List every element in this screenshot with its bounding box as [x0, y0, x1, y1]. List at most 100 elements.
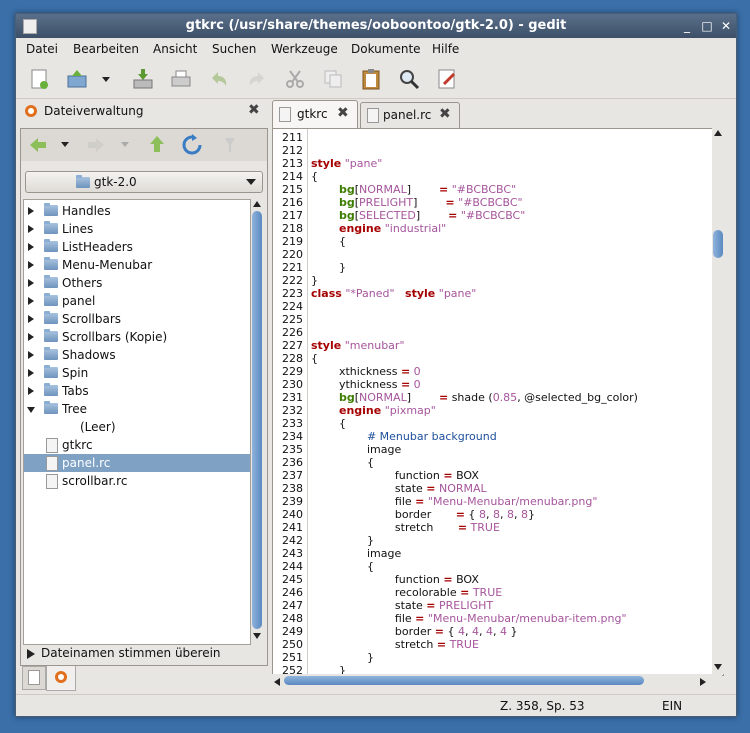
- code-line[interactable]: file = "Menu-Menubar/menubar.png": [311, 495, 598, 508]
- code-line[interactable]: }: [311, 534, 374, 547]
- chevron-down-icon[interactable]: [121, 142, 129, 148]
- scrollbar-thumb[interactable]: [252, 211, 262, 629]
- code-line[interactable]: }: [311, 651, 374, 664]
- code-line[interactable]: {: [311, 170, 318, 183]
- save-button[interactable]: [130, 66, 156, 92]
- close-icon[interactable]: ✖: [439, 106, 451, 122]
- minimize-button[interactable]: _: [680, 19, 694, 33]
- search-button[interactable]: [396, 66, 422, 92]
- scroll-up-icon[interactable]: [253, 201, 261, 207]
- code-line[interactable]: recolorable = TRUE: [311, 586, 502, 599]
- open-button[interactable]: [64, 66, 90, 92]
- back-icon[interactable]: [29, 137, 47, 153]
- close-icon[interactable]: ✖: [337, 105, 349, 121]
- tab-documents[interactable]: [22, 666, 46, 690]
- file-tree-row[interactable]: Handles: [24, 202, 250, 220]
- file-tree-row[interactable]: Shadows: [24, 346, 250, 364]
- expander-arrow-icon[interactable]: [28, 369, 34, 377]
- text-editor[interactable]: 211 212 213 214 215 216 217 218 219 220 221 222 223 2…: [272, 128, 724, 676]
- chevron-down-icon[interactable]: [61, 142, 69, 148]
- code-line[interactable]: bg[NORMAL] = "#BCBCBC": [311, 183, 516, 196]
- file-tree-row[interactable]: Menu-Menubar: [24, 256, 250, 274]
- menu-suchen[interactable]: Suchen: [212, 42, 256, 56]
- replace-button[interactable]: [434, 66, 460, 92]
- file-tree-row[interactable]: Tabs: [24, 382, 250, 400]
- new-button[interactable]: [26, 66, 52, 92]
- code-line[interactable]: # Menubar background: [311, 430, 497, 443]
- refresh-icon[interactable]: [181, 134, 203, 156]
- file-tree-row[interactable]: (Leer): [24, 418, 250, 436]
- code-line[interactable]: style "menubar": [311, 339, 405, 352]
- expander-arrow-icon[interactable]: [28, 351, 34, 359]
- paste-button[interactable]: [358, 66, 384, 92]
- file-tree-scrollbar[interactable]: [251, 199, 263, 643]
- file-tree-row[interactable]: Lines: [24, 220, 250, 238]
- expander-arrow-icon[interactable]: [28, 225, 34, 233]
- scroll-down-icon[interactable]: [714, 664, 722, 670]
- file-tree-row[interactable]: Scrollbars (Kopie): [24, 328, 250, 346]
- file-tree-row[interactable]: gtkrc: [24, 436, 250, 454]
- scrollbar-thumb[interactable]: [713, 230, 723, 258]
- code-line[interactable]: bg[SELECTED] = "#BCBCBC": [311, 209, 525, 222]
- tab-panel-rc[interactable]: panel.rc ✖: [360, 102, 460, 129]
- code-line[interactable]: stretch = TRUE: [311, 521, 500, 534]
- code-line[interactable]: bg[PRELIGHT] = "#BCBCBC": [311, 196, 523, 209]
- open-recent-dropdown[interactable]: [100, 66, 112, 92]
- menu-werkzeuge[interactable]: Werkzeuge: [271, 42, 338, 56]
- code-line[interactable]: ythickness = 0: [311, 378, 421, 391]
- code-line[interactable]: bg[NORMAL] = shade (0.85, @selected_bg_c…: [311, 391, 638, 404]
- code-line[interactable]: }: [311, 274, 318, 287]
- code-line[interactable]: stretch = TRUE: [311, 638, 479, 651]
- code-line[interactable]: state = PRELIGHT: [311, 599, 493, 612]
- title-bar[interactable]: gtkrc (/usr/share/themes/ooboontoo/gtk-2…: [16, 14, 736, 38]
- menu-bearbeiten[interactable]: Bearbeiten: [73, 42, 139, 56]
- tab-file-browser[interactable]: [46, 666, 76, 691]
- scroll-right-icon[interactable]: [700, 678, 706, 686]
- folder-selector[interactable]: gtk-2.0: [25, 171, 263, 193]
- print-button[interactable]: [168, 66, 194, 92]
- expander-arrow-icon[interactable]: [28, 315, 34, 323]
- code-line[interactable]: xthickness = 0: [311, 365, 421, 378]
- file-tree-row[interactable]: panel: [24, 292, 250, 310]
- expander-arrow-icon[interactable]: [27, 407, 35, 413]
- filter-icon[interactable]: [223, 136, 237, 154]
- file-tree-row[interactable]: ListHeaders: [24, 238, 250, 256]
- redo-button[interactable]: [244, 66, 270, 92]
- close-icon[interactable]: ✖: [248, 102, 260, 118]
- scroll-down-icon[interactable]: [253, 633, 261, 639]
- code-line[interactable]: function = BOX: [311, 573, 479, 586]
- expander-arrow-icon[interactable]: [28, 243, 34, 251]
- editor-scrollbar[interactable]: [712, 128, 724, 674]
- code-line[interactable]: state = NORMAL: [311, 482, 487, 495]
- menu-datei[interactable]: Datei: [26, 42, 58, 56]
- code-line[interactable]: class "*Paned" style "pane": [311, 287, 476, 300]
- file-tree-row[interactable]: Tree: [24, 400, 250, 418]
- copy-button[interactable]: [320, 66, 346, 92]
- file-tree-row[interactable]: Others: [24, 274, 250, 292]
- code-line[interactable]: engine "industrial": [311, 222, 446, 235]
- close-window-button[interactable]: ✕: [719, 19, 733, 33]
- file-tree-row[interactable]: panel.rc: [24, 454, 250, 472]
- code-line[interactable]: file = "Menu-Menubar/menubar-item.png": [311, 612, 627, 625]
- filter-expander[interactable]: Dateinamen stimmen überein: [21, 643, 267, 665]
- expander-arrow-icon[interactable]: [28, 387, 34, 395]
- file-tree-row[interactable]: Spin: [24, 364, 250, 382]
- code-line[interactable]: border = { 4, 4, 4, 4 }: [311, 625, 518, 638]
- code-line[interactable]: image: [311, 547, 401, 560]
- maximize-button[interactable]: □: [700, 19, 714, 33]
- forward-icon[interactable]: [87, 137, 105, 153]
- menu-hilfe[interactable]: Hilfe: [432, 42, 459, 56]
- code-line[interactable]: function = BOX: [311, 469, 479, 482]
- file-tree-row[interactable]: scrollbar.rc: [24, 472, 250, 490]
- code-line[interactable]: }: [311, 261, 346, 274]
- code-line[interactable]: {: [311, 417, 346, 430]
- scroll-up-icon[interactable]: [714, 130, 722, 136]
- scroll-left-icon[interactable]: [274, 678, 280, 686]
- scrollbar-thumb[interactable]: [284, 676, 644, 685]
- code-line[interactable]: {: [311, 560, 374, 573]
- tab-gtkrc[interactable]: gtkrc ✖: [272, 100, 358, 129]
- up-icon[interactable]: [149, 135, 165, 153]
- code-line[interactable]: {: [311, 235, 346, 248]
- code-line[interactable]: style "pane": [311, 157, 382, 170]
- menu-dokumente[interactable]: Dokumente: [351, 42, 421, 56]
